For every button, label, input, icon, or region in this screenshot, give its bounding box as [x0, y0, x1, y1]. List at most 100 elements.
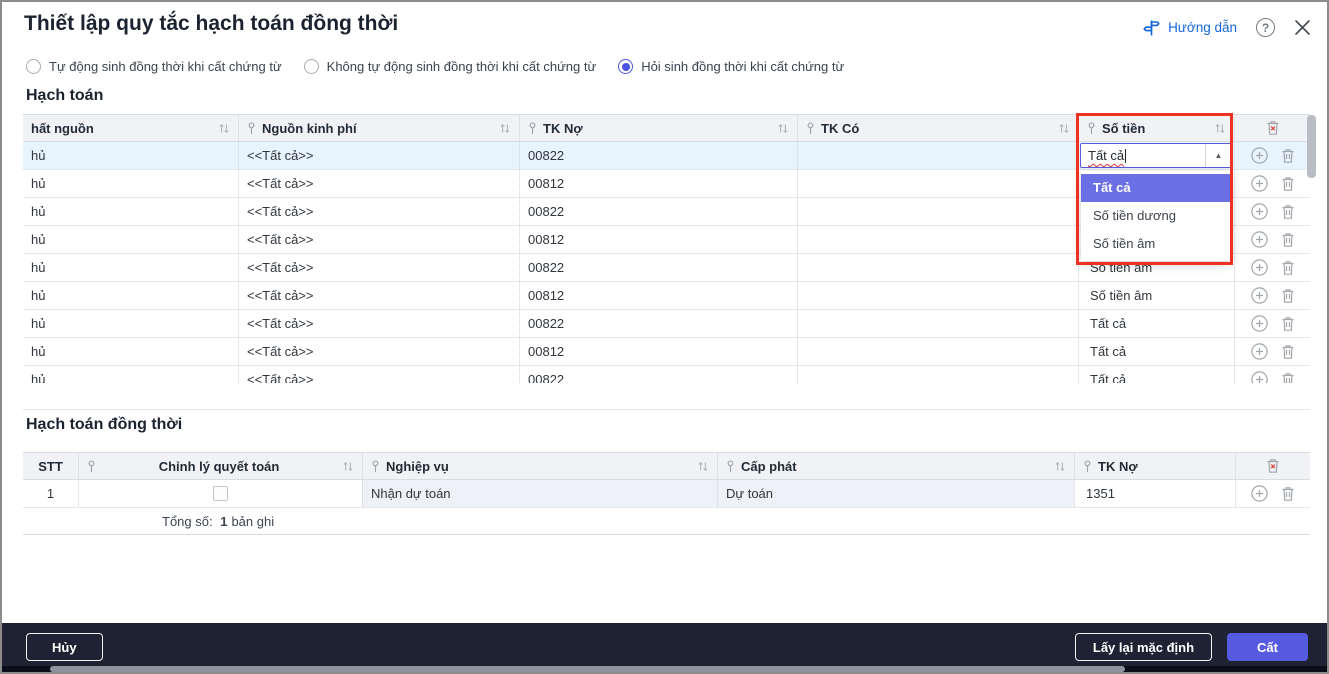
- pin-icon[interactable]: [528, 121, 537, 135]
- guide-label: Hướng dẫn: [1168, 20, 1237, 35]
- add-row-button[interactable]: [1250, 231, 1268, 248]
- add-row-button[interactable]: [1251, 485, 1268, 502]
- sort-icon[interactable]: [499, 123, 511, 134]
- cell-tinh-chat-nguon: hủ: [31, 344, 46, 359]
- so-tien-combobox[interactable]: Tất cả ▲: [1080, 143, 1232, 168]
- add-row-button[interactable]: [1250, 371, 1268, 383]
- column-header-cap-phat[interactable]: Cấp phát: [717, 453, 1074, 479]
- column-header-chinh-ly-quyet-toan[interactable]: Chỉnh lý quyết toán: [78, 453, 362, 479]
- combobox-input[interactable]: Tất cả: [1081, 144, 1205, 167]
- delete-row-button[interactable]: [1281, 176, 1295, 192]
- cell-tk-no: 1351: [1074, 480, 1235, 507]
- vertical-scrollbar[interactable]: [1307, 115, 1316, 178]
- delete-row-button[interactable]: [1281, 288, 1295, 304]
- sort-icon[interactable]: [342, 461, 354, 472]
- delete-all-icon[interactable]: [1266, 458, 1280, 474]
- column-header-nghiep-vu[interactable]: Nghiệp vụ: [362, 453, 717, 479]
- add-row-button[interactable]: [1250, 203, 1268, 220]
- header-actions: Hướng dẫn ?: [1142, 18, 1311, 37]
- so-tien-dropdown: Tất cả Số tiền dương Số tiền âm: [1081, 171, 1230, 261]
- radio-dot[interactable]: [303, 59, 319, 74]
- chinh-ly-checkbox[interactable]: [213, 486, 228, 501]
- add-row-button[interactable]: [1250, 287, 1268, 304]
- cancel-button[interactable]: Hủy: [26, 633, 103, 661]
- delete-all-icon[interactable]: [1266, 120, 1280, 136]
- table-row[interactable]: hủ <<Tất cả>> 00822 Tất cả: [23, 366, 1310, 383]
- delete-row-button[interactable]: [1281, 344, 1295, 360]
- column-header-tinh-chat-nguon[interactable]: hất nguồn: [23, 115, 238, 141]
- cell-actions: [1234, 282, 1310, 309]
- guide-link[interactable]: Hướng dẫn: [1142, 19, 1237, 37]
- column-header-tk-co[interactable]: TK Có: [797, 115, 1078, 141]
- pin-icon[interactable]: [806, 121, 815, 135]
- table-row[interactable]: hủ <<Tất cả>> 00822 Tất cả: [23, 310, 1310, 338]
- delete-row-button[interactable]: [1281, 148, 1295, 164]
- radio-label: Tự động sinh đồng thời khi cất chứng từ: [49, 59, 282, 74]
- radio-option-2[interactable]: Không tự động sinh đồng thời khi cất chứ…: [303, 59, 596, 74]
- cell-actions: [1235, 480, 1310, 507]
- pin-icon[interactable]: [371, 459, 380, 473]
- sort-icon[interactable]: [697, 461, 709, 472]
- table-row[interactable]: hủ <<Tất cả>> 00822 Tất cả ▲: [23, 142, 1310, 170]
- dropdown-option-2[interactable]: Số tiền dương: [1081, 202, 1230, 230]
- section-title-hach-toan: Hạch toán: [26, 87, 104, 104]
- record-count: Tổng số: 1 bản ghi: [162, 513, 275, 529]
- pin-icon[interactable]: [87, 459, 96, 473]
- cell-tk-no: 00822: [519, 366, 797, 383]
- cell-tk-no: 00822: [519, 310, 797, 337]
- sort-icon[interactable]: [1054, 461, 1066, 472]
- column-header-so-tien[interactable]: Số tiền: [1078, 115, 1234, 141]
- sort-icon[interactable]: [777, 123, 789, 134]
- cell-tk-co: [797, 226, 1078, 253]
- add-row-button[interactable]: [1250, 175, 1268, 192]
- radio-dot[interactable]: [618, 59, 634, 74]
- table-row[interactable]: hủ <<Tất cả>> 00812 Tất cả: [23, 338, 1310, 366]
- horizontal-scrollbar-thumb[interactable]: [50, 666, 1125, 672]
- radio-dot[interactable]: [26, 59, 41, 74]
- reset-default-button[interactable]: Lấy lại mặc định: [1074, 633, 1213, 661]
- pin-icon[interactable]: [1087, 121, 1096, 135]
- pin-icon[interactable]: [247, 121, 256, 135]
- delete-row-button[interactable]: [1281, 486, 1295, 502]
- column-header-delete-all[interactable]: [1234, 115, 1310, 141]
- help-icon[interactable]: ?: [1256, 18, 1275, 37]
- column-header-tk-no-2[interactable]: TK Nợ: [1074, 453, 1235, 479]
- combobox-toggle[interactable]: ▲: [1205, 144, 1231, 167]
- dropdown-option-3[interactable]: Số tiền âm: [1081, 230, 1230, 258]
- save-button[interactable]: Cất: [1227, 633, 1308, 661]
- pin-icon[interactable]: [726, 459, 735, 473]
- horizontal-scrollbar[interactable]: [2, 666, 1327, 672]
- radio-option-1[interactable]: Tự động sinh đồng thời khi cất chứng từ: [26, 59, 282, 74]
- sort-icon[interactable]: [1214, 123, 1226, 134]
- cell-tk-co: [797, 338, 1078, 365]
- table-row[interactable]: 1 Nhận dự toán Dự toán 1351: [23, 480, 1310, 508]
- column-header-tk-no[interactable]: TK Nợ: [519, 115, 797, 141]
- delete-row-button[interactable]: [1281, 204, 1295, 220]
- sort-icon[interactable]: [218, 123, 230, 134]
- close-icon[interactable]: [1294, 19, 1311, 36]
- cell-tinh-chat-nguon: hủ: [31, 316, 46, 331]
- add-row-button[interactable]: [1250, 259, 1268, 276]
- cell-cap-phat: Dự toán: [717, 480, 1074, 507]
- sort-icon[interactable]: [1058, 123, 1070, 134]
- column-header-nguon-kinh-phi[interactable]: Nguồn kinh phí: [238, 115, 519, 141]
- delete-row-button[interactable]: [1281, 372, 1295, 384]
- delete-row-button[interactable]: [1281, 260, 1295, 276]
- radio-label: Hỏi sinh đồng thời khi cất chứng từ: [641, 59, 845, 74]
- cell-tk-no: 00812: [519, 226, 797, 253]
- pin-icon[interactable]: [1083, 459, 1092, 473]
- dropdown-option-1[interactable]: Tất cả: [1081, 174, 1230, 202]
- section-title-hach-toan-dong-thoi: Hạch toán đồng thời: [26, 416, 183, 433]
- delete-row-button[interactable]: [1281, 232, 1295, 248]
- cell-nguon-kinh-phi: <<Tất cả>>: [238, 226, 519, 253]
- radio-option-3[interactable]: Hỏi sinh đồng thời khi cất chứng từ: [618, 59, 844, 74]
- add-row-button[interactable]: [1250, 147, 1268, 164]
- table-header: STT Chỉnh lý quyết toán Nghiệp vụ Cấp ph…: [23, 452, 1310, 480]
- delete-row-button[interactable]: [1281, 316, 1295, 332]
- add-row-button[interactable]: [1250, 315, 1268, 332]
- section-divider: [23, 409, 1310, 410]
- column-header-delete-all[interactable]: [1235, 453, 1310, 479]
- table-row[interactable]: hủ <<Tất cả>> 00812 Số tiền âm: [23, 282, 1310, 310]
- cell-nguon-kinh-phi: <<Tất cả>>: [238, 198, 519, 225]
- add-row-button[interactable]: [1250, 343, 1268, 360]
